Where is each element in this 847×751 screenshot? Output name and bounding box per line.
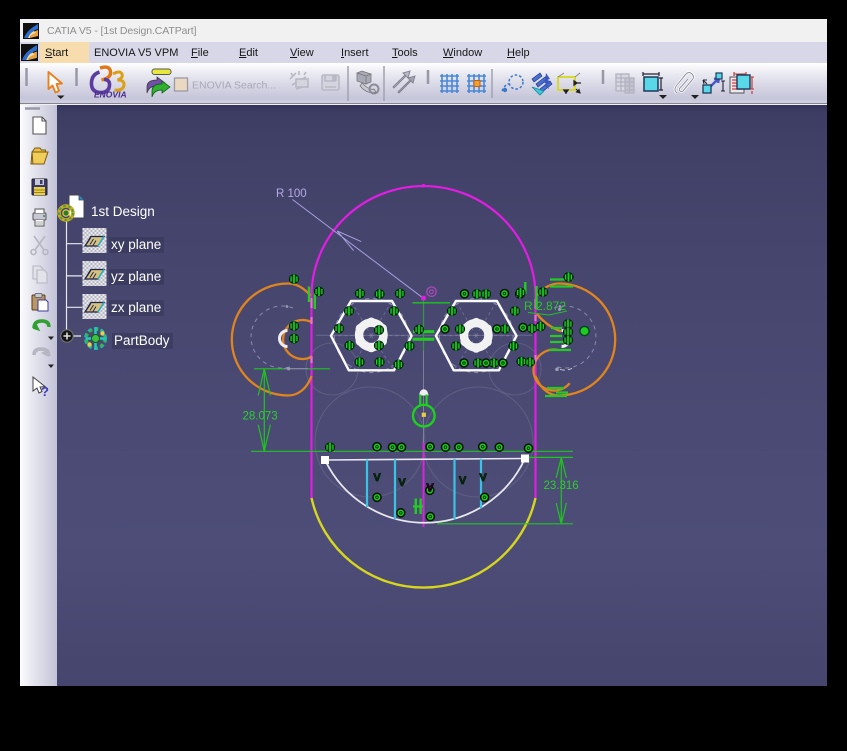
svg-text:23.316: 23.316 (544, 480, 579, 492)
svg-text:?: ? (41, 384, 49, 399)
svg-text:V: V (459, 475, 467, 487)
svg-text:28.073: 28.073 (243, 411, 278, 423)
svg-text:R 100: R 100 (276, 188, 307, 200)
svg-text:ENOVIA: ENOVIA (94, 90, 127, 100)
svg-text:ENOVIA Search...: ENOVIA Search... (192, 80, 276, 92)
svg-text:V: V (479, 472, 487, 484)
svg-text:V: V (398, 477, 406, 489)
svg-text:V: V (426, 482, 434, 494)
svg-text:V: V (373, 472, 381, 484)
